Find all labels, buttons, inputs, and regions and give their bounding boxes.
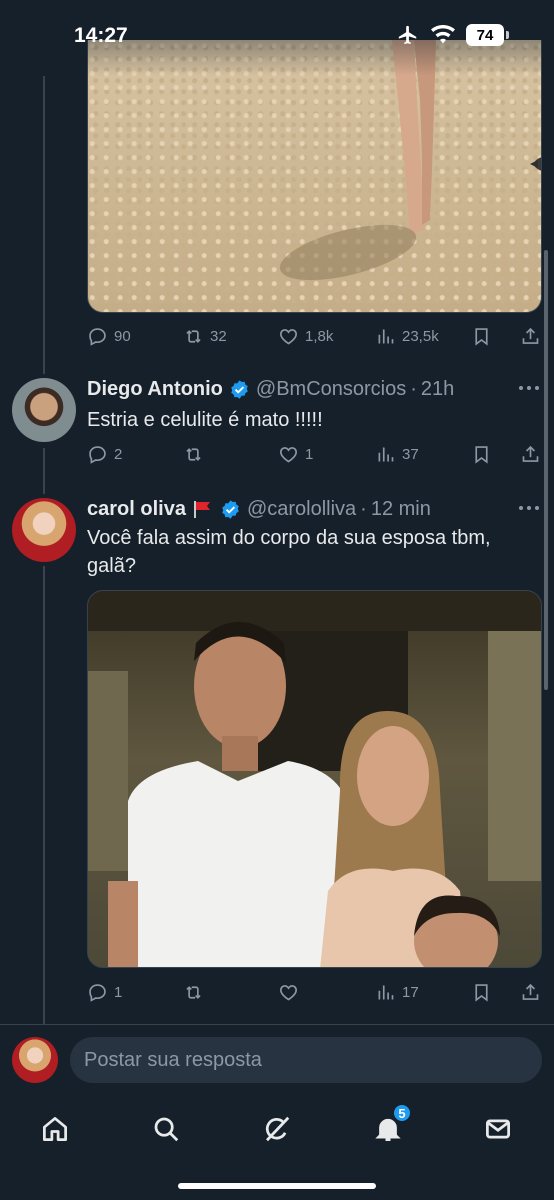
views-count: 37 xyxy=(402,445,419,463)
separator-dot: · xyxy=(410,377,417,400)
search-icon xyxy=(154,1117,179,1142)
scrollbar[interactable] xyxy=(544,250,548,690)
share-button[interactable] xyxy=(520,977,541,1007)
like-count: 1,8k xyxy=(305,327,334,345)
thread-line xyxy=(43,566,45,1024)
separator-dot: · xyxy=(360,497,367,520)
share-icon xyxy=(522,983,539,1000)
more-options-icon[interactable] xyxy=(518,498,540,518)
tweet-actions: 90 32 1,8k 23,5k xyxy=(87,321,542,351)
share-icon xyxy=(522,445,539,462)
mail-icon xyxy=(486,1119,510,1139)
thread-line xyxy=(43,448,45,494)
heart-icon xyxy=(280,984,297,1000)
retweet-button[interactable] xyxy=(183,977,210,1007)
airplane-icon xyxy=(398,25,417,45)
views-button[interactable]: 37 xyxy=(375,439,419,469)
retweet-button[interactable]: 32 xyxy=(183,321,227,351)
notification-badge: 5 xyxy=(392,1103,412,1123)
share-button[interactable] xyxy=(520,439,541,469)
my-avatar[interactable] xyxy=(12,1037,58,1083)
avatar[interactable] xyxy=(12,498,76,562)
author-name[interactable]: carol oliva xyxy=(87,498,186,521)
tab-search[interactable] xyxy=(146,1109,186,1149)
reply-count: 1 xyxy=(114,983,123,1001)
people-photo-illustration xyxy=(88,591,541,967)
reply-button[interactable]: 1 xyxy=(87,977,122,1007)
bookmark-icon xyxy=(475,327,488,346)
views-count: 23,5k xyxy=(402,327,439,345)
views-icon xyxy=(378,447,394,461)
bookmark-icon xyxy=(475,983,488,1002)
reply-count: 90 xyxy=(114,327,131,345)
reply-count: 2 xyxy=(114,445,123,463)
pigeon-illustration xyxy=(530,157,541,171)
tweet-header: Diego Antonio @BmConsorcios · 21h xyxy=(87,374,542,404)
heart-icon xyxy=(280,446,297,462)
tab-messages[interactable] xyxy=(478,1109,518,1149)
like-button[interactable] xyxy=(278,977,305,1007)
verified-badge-icon xyxy=(231,379,248,399)
tab-notifications[interactable]: 5 xyxy=(368,1103,412,1149)
shadow-shape xyxy=(274,213,422,292)
reply-button[interactable]: 2 xyxy=(87,439,122,469)
verified-badge-icon xyxy=(222,499,239,519)
share-button[interactable] xyxy=(520,321,541,351)
tweet-media-beach[interactable] xyxy=(87,40,542,313)
red-flag-icon xyxy=(193,501,210,518)
reply-composer: Postar sua resposta xyxy=(0,1024,554,1096)
tweet-header: carol oliva @carololliva · 12 min xyxy=(87,494,542,524)
reply-input[interactable]: Postar sua resposta xyxy=(70,1037,542,1083)
tab-home[interactable] xyxy=(35,1109,75,1149)
retweet-button[interactable] xyxy=(183,439,210,469)
author-handle[interactable]: @carololliva xyxy=(247,498,356,521)
tweet-time[interactable]: 21h xyxy=(421,378,454,401)
avatar[interactable] xyxy=(12,378,76,442)
views-icon xyxy=(378,329,394,343)
more-options-icon[interactable] xyxy=(518,378,540,398)
status-bar: 14:27 74 xyxy=(0,0,554,76)
bookmark-button[interactable] xyxy=(471,321,492,351)
tweet-media-photo[interactable] xyxy=(87,590,542,968)
like-count: 1 xyxy=(305,445,314,463)
share-icon xyxy=(522,327,539,344)
tweet-actions: 1 17 xyxy=(87,977,542,1007)
bookmark-icon xyxy=(475,445,488,464)
tweet-text: Você fala assim do corpo da sua esposa t… xyxy=(87,527,491,577)
reply-icon xyxy=(89,327,106,346)
wifi-icon xyxy=(431,25,455,44)
home-icon xyxy=(43,1117,67,1141)
views-icon xyxy=(378,985,394,999)
status-icons: 74 xyxy=(396,24,509,46)
reply-icon xyxy=(89,983,106,1002)
status-time: 14:27 xyxy=(74,24,128,47)
author-handle[interactable]: @BmConsorcios xyxy=(256,378,406,401)
like-button[interactable]: 1 xyxy=(278,439,313,469)
tab-grok[interactable] xyxy=(257,1109,297,1149)
retweet-count: 32 xyxy=(210,327,227,345)
views-button[interactable]: 23,5k xyxy=(375,321,439,351)
thread-line xyxy=(43,76,45,374)
reply-button[interactable]: 90 xyxy=(87,321,131,351)
like-button[interactable]: 1,8k xyxy=(278,321,333,351)
reply-icon xyxy=(89,445,106,464)
tweet-time[interactable]: 12 min xyxy=(371,498,431,521)
retweet-icon xyxy=(186,329,201,343)
retweet-icon xyxy=(186,985,201,999)
battery-level: 74 xyxy=(476,26,494,44)
grok-icon xyxy=(265,1116,290,1142)
author-name[interactable]: Diego Antonio xyxy=(87,378,223,401)
retweet-icon xyxy=(186,447,201,461)
heart-icon xyxy=(280,328,297,344)
battery-indicator: 74 xyxy=(466,24,509,46)
views-button[interactable]: 17 xyxy=(375,977,419,1007)
tweet-actions: 2 1 37 xyxy=(87,439,542,469)
views-count: 17 xyxy=(402,983,419,1001)
home-indicator xyxy=(178,1183,376,1189)
bookmark-button[interactable] xyxy=(471,977,492,1007)
tweet-text: Estria e celulite é mato !!!!! xyxy=(87,409,323,431)
reply-input-placeholder: Postar sua resposta xyxy=(84,1048,262,1071)
bookmark-button[interactable] xyxy=(471,439,492,469)
